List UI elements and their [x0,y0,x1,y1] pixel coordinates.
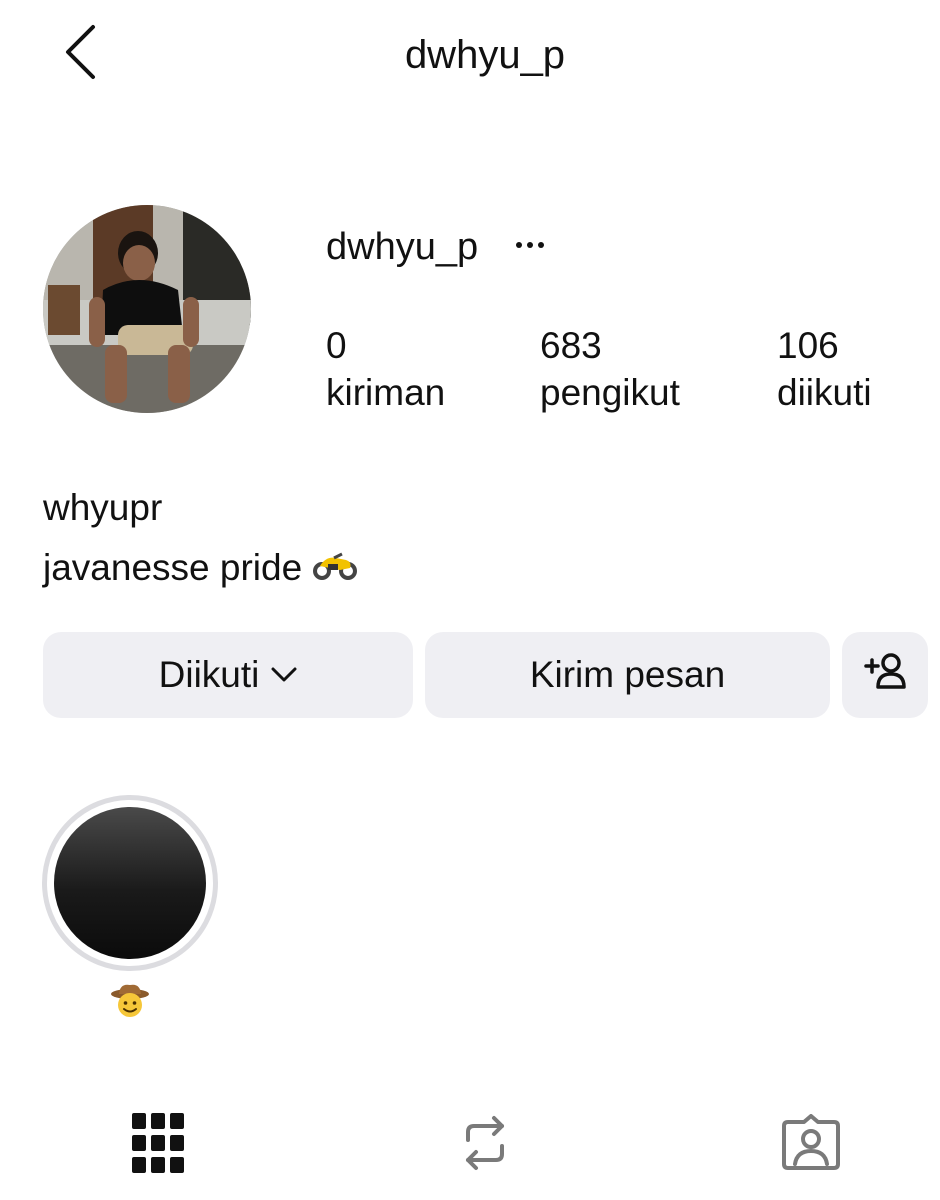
tagged-icon [780,1113,842,1177]
repost-icon [458,1114,512,1177]
bio-display-name: whyupr [43,487,163,528]
cowboy-face-emoji-icon [105,983,155,1023]
motorcycle-emoji-icon [312,544,358,592]
stat-followers[interactable]: 683 pengikut [540,322,680,416]
tab-tagged[interactable] [776,1110,846,1180]
add-user-icon [864,652,906,699]
tab-reposts[interactable] [450,1110,520,1180]
profile-username: dwhyu_p [326,226,479,268]
stat-label: diikuti [777,372,872,413]
stat-label: pengikut [540,372,680,413]
bio-text-content: javanesse pride [43,547,303,588]
story-highlight[interactable] [42,795,218,971]
more-options-button[interactable] [510,226,550,266]
following-button-label: Diikuti [158,654,260,695]
following-button[interactable]: Diikuti [43,632,413,718]
grid-icon [132,1112,184,1178]
send-message-button[interactable]: Kirim pesan [425,632,830,718]
stat-label: kiriman [326,372,446,413]
stat-count: 106 [777,325,839,366]
stat-count: 0 [326,325,347,366]
stat-following[interactable]: 106 diikuti [777,322,872,416]
tab-posts-grid[interactable] [123,1110,193,1180]
bio-text: javanesse pride [43,544,358,592]
chevron-down-icon [271,667,297,683]
send-message-label: Kirim pesan [529,654,726,695]
highlight-cover [54,807,206,959]
more-horizontal-icon [514,237,546,255]
avatar-photo [43,205,251,413]
add-user-button[interactable] [842,632,928,718]
profile-avatar[interactable] [43,205,251,413]
stat-count: 683 [540,325,602,366]
stat-posts[interactable]: 0 kiriman [326,322,445,416]
header-title: dwhyu_p [404,33,566,77]
